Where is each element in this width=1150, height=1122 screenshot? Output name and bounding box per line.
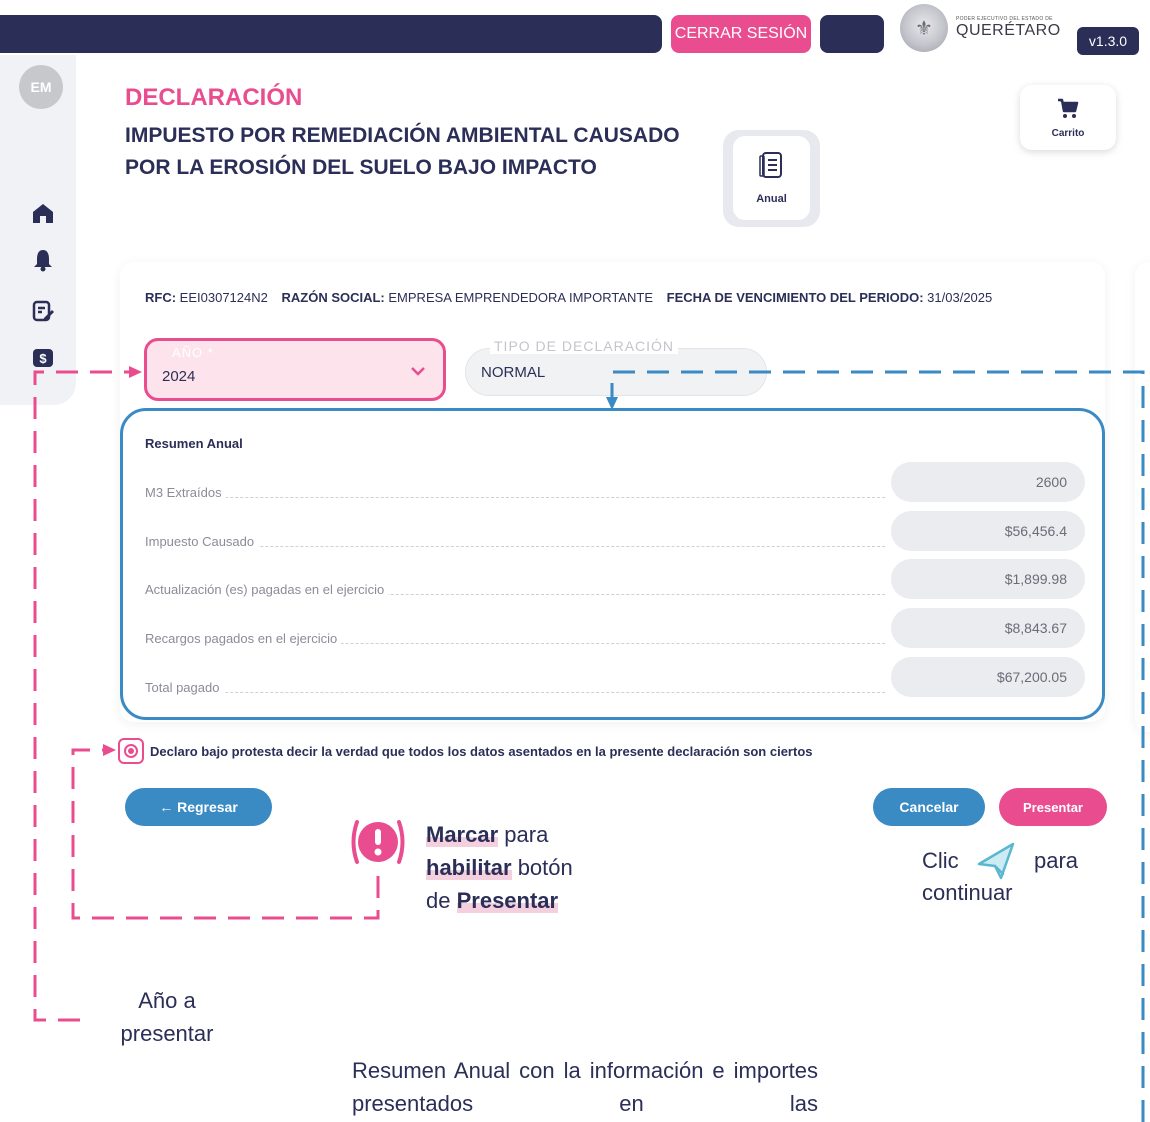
checkbox-arrowhead (103, 744, 116, 756)
summary-row-value: $56,456.4 (891, 511, 1085, 551)
declaration-checkbox-row: Declaro bajo protesta decir la verdad qu… (118, 738, 813, 764)
summary-row: Recargos pagados en el ejercicio $8,843.… (145, 608, 1085, 648)
top-bar: CERRAR SESIÓN ⚜ PODER EJECUTIVO DEL ESTA… (0, 4, 1150, 55)
row-leader (145, 692, 885, 693)
summary-row-value: $67,200.05 (891, 657, 1085, 697)
note-mark-word: Marcar (426, 822, 499, 847)
note-present-word: Presentar (456, 888, 559, 913)
back-button[interactable]: ← Regresar (125, 788, 272, 826)
blank-header-button[interactable] (820, 15, 884, 53)
year-select[interactable]: AÑO * 2024 (144, 338, 446, 401)
annual-label: Anual (756, 193, 787, 205)
summary-row-label: Recargos pagados en el ejercicio (145, 631, 342, 646)
year-connector (33, 370, 130, 1022)
logo-state-name: QUERÉTARO (956, 22, 1061, 39)
avatar[interactable]: EM (19, 65, 63, 109)
razon-social-label: RAZÓN SOCIAL: (281, 290, 385, 305)
present-button[interactable]: Presentar (999, 788, 1107, 826)
chevron-down-icon (411, 363, 425, 381)
note-text: para (498, 822, 549, 847)
year-to-present-note: Año a presentar (120, 988, 214, 1046)
enable-present-note: Marcar para habilitar botón de Presentar (426, 818, 573, 917)
summary-row: Total pagado $67,200.05 (145, 657, 1085, 697)
state-seal-icon: ⚜ (900, 4, 948, 52)
row-leader (145, 497, 885, 498)
declaration-text: Declaro bajo protesta decir la verdad qu… (150, 743, 813, 759)
queretaro-logo: ⚜ PODER EJECUTIVO DEL ESTADO DE QUERÉTAR… (900, 1, 1070, 55)
checkbox-connector (71, 748, 380, 920)
click-to-continue-note: Clic para continuar (922, 845, 1122, 909)
document-list-icon (758, 151, 785, 187)
para-word: para (1034, 848, 1079, 873)
annual-period-inner: Anual (733, 136, 810, 220)
declaration-checkbox[interactable] (118, 738, 144, 764)
due-date-value: 31/03/2025 (927, 290, 993, 305)
taxpayer-info: RFC: EEI0307124N2 RAZÓN SOCIAL: EMPRESA … (145, 290, 1002, 305)
cart-button[interactable]: Carrito (1020, 85, 1116, 150)
svg-text:$: $ (39, 351, 47, 366)
annual-period-card[interactable]: Anual (723, 130, 820, 227)
summary-row-label: Impuesto Causado (145, 534, 259, 549)
bell-icon[interactable] (30, 247, 56, 273)
home-icon[interactable] (30, 200, 56, 226)
side-card-edge (1135, 262, 1150, 732)
razon-social-value: EMPRESA EMPRENDEDORA IMPORTANTE (388, 290, 654, 305)
summary-row-value: 2600 (891, 462, 1085, 502)
due-date-label: FECHA DE VENCIMIENTO DEL PERIODO: (666, 290, 924, 305)
note-enable-word: habilitar (426, 855, 512, 880)
top-bar-fill (0, 15, 662, 53)
cancel-button[interactable]: Cancelar (873, 788, 985, 826)
logout-button[interactable]: CERRAR SESIÓN (671, 15, 811, 53)
summary-row: Actualización (es) pagadas en el ejercic… (145, 559, 1085, 599)
rfc-label: RFC: (145, 290, 177, 305)
alert-icon (349, 816, 407, 868)
note-text: botón (511, 855, 573, 880)
payment-icon[interactable]: $ (30, 345, 56, 371)
cart-label: Carrito (1051, 127, 1085, 139)
sidebar: EM $ (0, 55, 76, 405)
summary-row: Impuesto Causado $56,456.4 (145, 511, 1085, 551)
summary-row-value: $1,899.98 (891, 559, 1085, 599)
page-subtitle: IMPUESTO POR REMEDIACIÓN AMBIENTAL CAUSA… (125, 124, 680, 179)
summary-row-label: Total pagado (145, 680, 224, 695)
cart-icon (1057, 97, 1079, 124)
annual-summary-title: Resumen Anual (145, 436, 243, 451)
annual-summary-note: Resumen Anual con la información e impor… (352, 1058, 818, 1116)
year-select-value: 2024 (162, 368, 196, 385)
summary-row-label: M3 Extraídos (145, 485, 226, 500)
summary-row-value: $8,843.67 (891, 608, 1085, 648)
year-select-label: AÑO * (172, 345, 214, 360)
summary-row: M3 Extraídos 2600 (145, 462, 1085, 502)
declaration-type-value: NORMAL (481, 364, 546, 381)
declaration-type-label: TIPO DE DECLARACIÓN (490, 338, 679, 354)
note-text: de (426, 888, 457, 913)
version-badge: v1.3.0 (1077, 27, 1139, 55)
cursor-icon (973, 838, 1019, 884)
summary-row-label: Actualización (es) pagadas en el ejercic… (145, 582, 389, 597)
page-title: DECLARACIÓN (125, 84, 303, 111)
logo-text-block: PODER EJECUTIVO DEL ESTADO DE QUERÉTARO (956, 16, 1061, 40)
radio-dot (128, 748, 134, 754)
radio-selected-icon (124, 744, 138, 758)
edit-document-icon[interactable] (30, 298, 56, 324)
rfc-value: EEI0307124N2 (179, 290, 268, 305)
